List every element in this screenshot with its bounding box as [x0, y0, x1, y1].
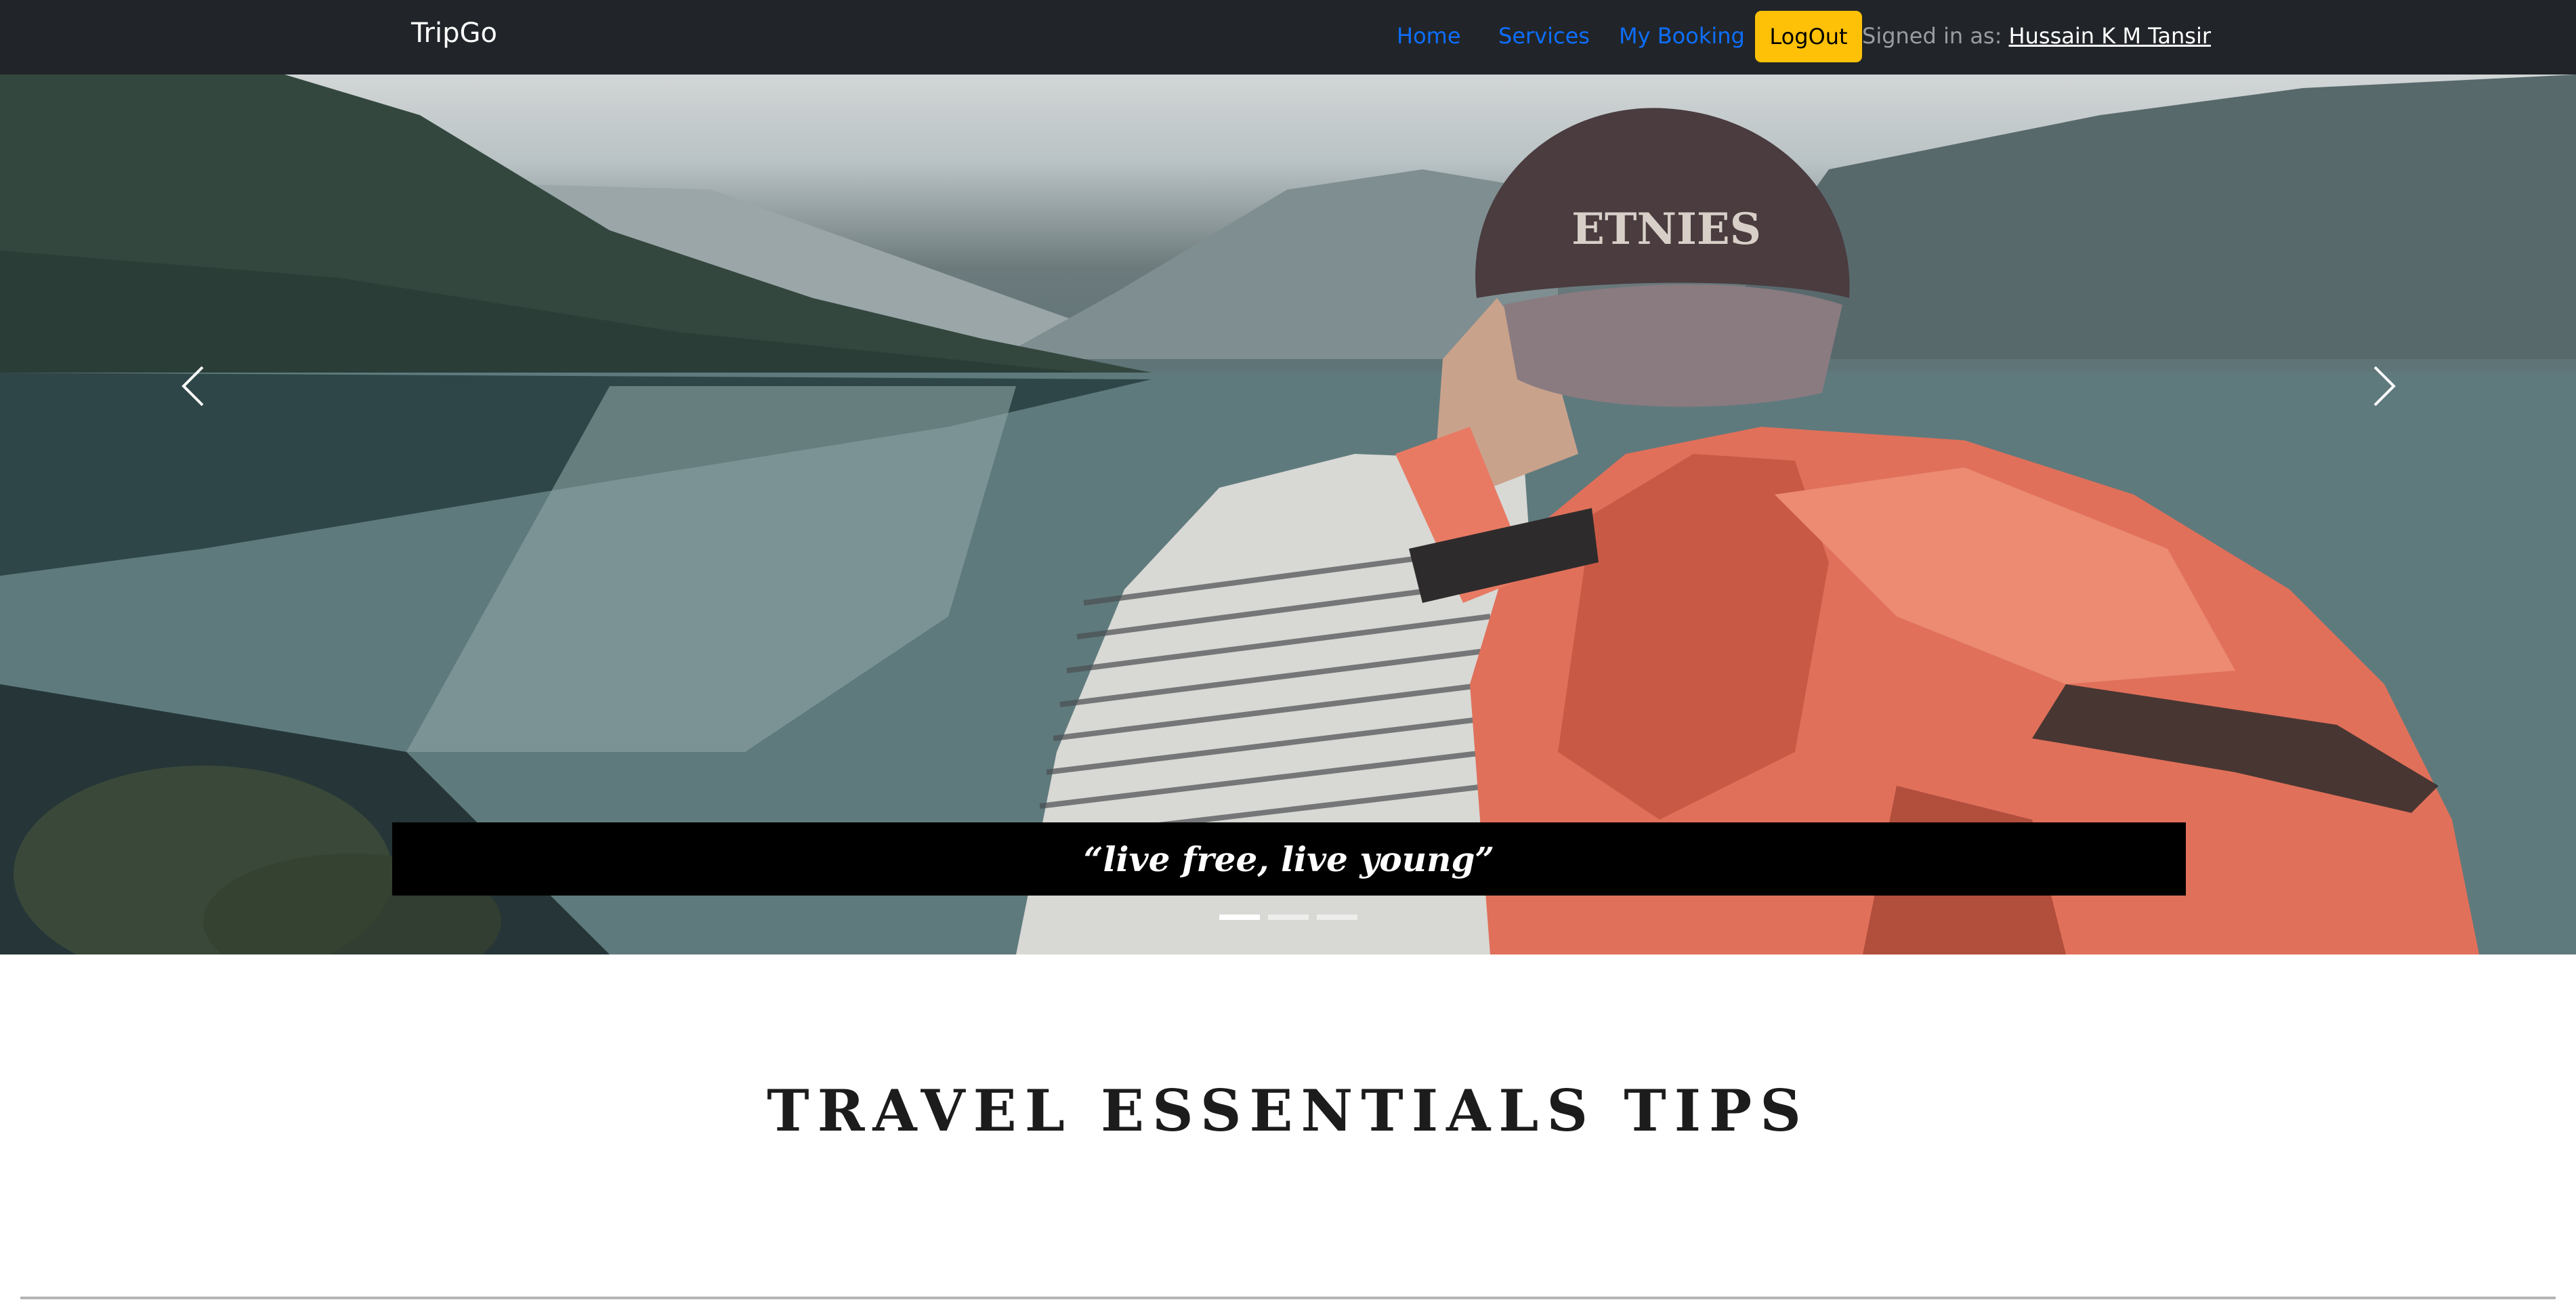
hero-carousel: ETNIES “live free, live young”	[0, 75, 2576, 954]
section-title: TRAVEL ESSENTIALS TIPS	[767, 1077, 1809, 1144]
user-profile-link[interactable]: Hussain K M Tansir	[2009, 23, 2211, 49]
top-navbar: TripGo Home Services My Booking LogOut S…	[0, 0, 2576, 75]
carousel-indicator-3[interactable]	[1317, 915, 1357, 920]
carousel-indicator-1[interactable]	[1219, 915, 1260, 920]
signed-in-status: Signed in as: Hussain K M Tansir	[1862, 23, 2211, 49]
nav-my-booking-link[interactable]: My Booking	[1619, 23, 1745, 49]
signed-in-label: Signed in as:	[1862, 23, 2002, 49]
carousel-caption-text: “live free, live young”	[1083, 839, 1495, 879]
carousel-prev-button[interactable]	[166, 356, 220, 417]
carousel-indicators	[1219, 915, 1357, 920]
logout-button[interactable]: LogOut	[1755, 11, 1862, 62]
nav-services-link[interactable]: Services	[1498, 23, 1590, 49]
carousel-indicator-2[interactable]	[1268, 915, 1309, 920]
carousel-next-button[interactable]	[2357, 356, 2411, 417]
svg-text:ETNIES: ETNIES	[1571, 204, 1761, 255]
chevron-left-icon	[182, 366, 204, 406]
section-divider	[20, 1297, 2556, 1299]
chevron-right-icon	[2373, 366, 2396, 406]
nav-home-link[interactable]: Home	[1397, 23, 1461, 49]
carousel-caption: “live free, live young”	[392, 822, 2186, 896]
brand-logo[interactable]: TripGo	[411, 18, 497, 49]
